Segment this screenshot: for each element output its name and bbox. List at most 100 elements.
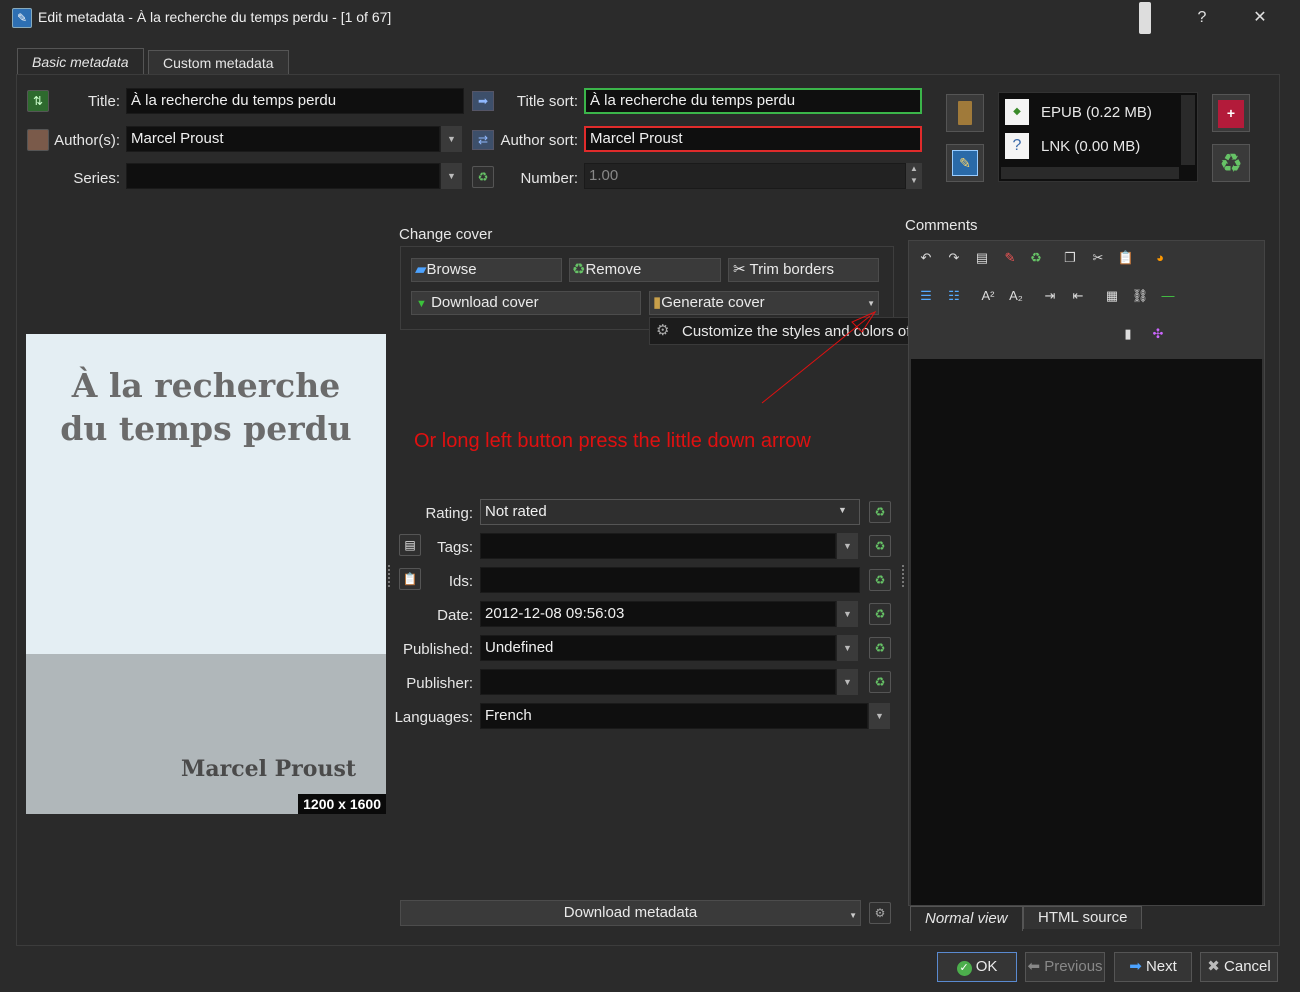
- published-field[interactable]: Undefined: [480, 635, 836, 661]
- manage-tags-icon[interactable]: ▤: [399, 534, 421, 556]
- insert-link-icon[interactable]: ⛓: [1131, 287, 1149, 305]
- date-field[interactable]: 2012-12-08 09:56:03: [480, 601, 836, 627]
- tags-field[interactable]: [480, 533, 836, 559]
- redo-icon[interactable]: ↷: [945, 249, 963, 267]
- window-grip-icon[interactable]: [1139, 2, 1151, 34]
- add-book-icon: +: [1218, 100, 1244, 128]
- clear-date-icon[interactable]: ♻: [869, 603, 891, 625]
- epub-icon: ◆: [1005, 99, 1029, 125]
- ids-field[interactable]: [480, 567, 860, 593]
- download-cover-button[interactable]: ▼ Download cover: [411, 291, 641, 315]
- copy-icon[interactable]: ❐: [1061, 249, 1079, 267]
- close-button[interactable]: ✕: [1240, 3, 1280, 33]
- horizontal-rule-icon[interactable]: —: [1159, 287, 1177, 305]
- add-format-button[interactable]: +: [1212, 94, 1250, 132]
- author-sort-field[interactable]: Marcel Proust: [584, 126, 922, 152]
- ids-label: Ids:: [448, 573, 473, 590]
- annotation-text: Or long left button press the little dow…: [414, 430, 811, 452]
- series-dropdown-icon[interactable]: ▼: [440, 163, 462, 189]
- comments-text-area[interactable]: [911, 359, 1262, 905]
- formats-horizontal-scrollbar[interactable]: [1001, 167, 1179, 179]
- clear-publisher-icon[interactable]: ♻: [869, 671, 891, 693]
- authors-field[interactable]: Marcel Proust: [126, 126, 440, 152]
- series-field[interactable]: [126, 163, 440, 189]
- help-button[interactable]: ?: [1182, 3, 1222, 33]
- recycle-icon: ♻: [572, 261, 586, 278]
- indent-icon[interactable]: ⇥: [1041, 287, 1059, 305]
- set-cover-from-format-button[interactable]: [946, 94, 984, 132]
- title-label: Title:: [88, 93, 120, 110]
- date-label: Date:: [437, 607, 473, 624]
- formats-list[interactable]: ◆ EPUB (0.22 MB) ? LNK (0.00 MB): [998, 92, 1198, 182]
- clear-icon[interactable]: ♻: [1027, 249, 1045, 267]
- left-splitter-handle[interactable]: [388, 565, 393, 587]
- subscript-icon[interactable]: A₂: [1007, 287, 1025, 305]
- annotation-arrow: [761, 310, 877, 404]
- tab-custom-metadata[interactable]: Custom metadata: [148, 50, 289, 75]
- languages-field[interactable]: French: [480, 703, 868, 729]
- right-splitter-handle[interactable]: [902, 565, 907, 587]
- authors-dropdown-icon[interactable]: ▼: [440, 126, 462, 152]
- previous-button[interactable]: ⬅ Previous: [1025, 952, 1105, 982]
- date-dropdown-icon[interactable]: ▼: [836, 601, 858, 627]
- superscript-icon[interactable]: A²: [979, 287, 997, 305]
- published-dropdown-icon[interactable]: ▼: [836, 635, 858, 661]
- tags-dropdown-icon[interactable]: ▼: [836, 533, 858, 559]
- swap-title-author-icon[interactable]: ⇅: [27, 90, 49, 112]
- tab-normal-view[interactable]: Normal view: [910, 906, 1023, 931]
- trim-borders-button[interactable]: ✂ Trim borders: [728, 258, 879, 282]
- publisher-field[interactable]: [480, 669, 836, 695]
- ordered-list-icon[interactable]: ☰: [917, 287, 935, 305]
- series-number-field[interactable]: 1.00: [584, 163, 906, 189]
- clear-format-icon[interactable]: ✎: [1001, 249, 1019, 267]
- insert-table-icon[interactable]: ▦: [1103, 287, 1121, 305]
- paste-icon[interactable]: 📋: [1117, 249, 1135, 267]
- copy-title-to-sort-icon[interactable]: ➡: [472, 91, 494, 111]
- cover-preview[interactable]: À la recherche du temps perdu Marcel Pro…: [26, 334, 386, 814]
- color-palette-icon[interactable]: ◕: [1151, 249, 1169, 267]
- clear-tags-icon[interactable]: ♻: [869, 535, 891, 557]
- download-metadata-button[interactable]: Download metadata ▼: [400, 900, 861, 926]
- publisher-dropdown-icon[interactable]: ▼: [836, 669, 858, 695]
- outdent-icon[interactable]: ⇤: [1069, 287, 1087, 305]
- paste-ids-icon[interactable]: 📋: [399, 568, 421, 590]
- configure-metadata-download-icon[interactable]: ⚙: [869, 902, 891, 924]
- format-item-epub[interactable]: ◆ EPUB (0.22 MB): [1005, 97, 1175, 127]
- clear-rating-icon[interactable]: ♻: [869, 501, 891, 523]
- title-field[interactable]: À la recherche du temps perdu: [126, 88, 464, 114]
- next-button[interactable]: ➡ Next: [1114, 952, 1192, 982]
- browse-cover-button[interactable]: ▰Browse: [411, 258, 562, 282]
- edit-icon: ✎: [12, 8, 32, 28]
- remove-format-button[interactable]: ♻: [1212, 144, 1250, 182]
- rating-dropdown-icon[interactable]: ▼: [838, 505, 847, 515]
- text-color-icon[interactable]: ✣: [1149, 325, 1167, 343]
- format-item-lnk[interactable]: ? LNK (0.00 MB): [1005, 131, 1175, 161]
- series-label: Series:: [73, 170, 120, 187]
- tab-basic-metadata[interactable]: Basic metadata: [17, 48, 144, 75]
- unordered-list-icon[interactable]: ☷: [945, 287, 963, 305]
- undo-icon[interactable]: ↶: [917, 249, 935, 267]
- previous-arrow-icon: ⬅: [1027, 958, 1041, 975]
- select-all-icon[interactable]: ▤: [973, 249, 991, 267]
- format-label: EPUB (0.22 MB): [1041, 104, 1152, 121]
- cancel-button[interactable]: ✖ Cancel: [1200, 952, 1278, 982]
- ok-check-icon: ✓: [956, 961, 972, 976]
- code-block-icon[interactable]: ▮: [1119, 325, 1137, 343]
- next-arrow-icon: ➡: [1129, 958, 1142, 975]
- formats-vertical-scrollbar[interactable]: [1181, 95, 1195, 165]
- clear-published-icon[interactable]: ♻: [869, 637, 891, 659]
- format-label: LNK (0.00 MB): [1041, 138, 1141, 155]
- download-metadata-dropdown-icon[interactable]: ▼: [849, 904, 857, 928]
- title-sort-label: Title sort:: [516, 93, 578, 110]
- title-sort-field[interactable]: À la recherche du temps perdu: [584, 88, 922, 114]
- edit-metadata-from-format-button[interactable]: ✎: [946, 144, 984, 182]
- cut-icon[interactable]: ✂: [1089, 249, 1107, 267]
- clear-series-icon[interactable]: ♻: [472, 166, 494, 188]
- remove-cover-button[interactable]: ♻Remove: [569, 258, 721, 282]
- rating-field[interactable]: Not rated: [480, 499, 860, 525]
- tab-html-source[interactable]: HTML source: [1023, 906, 1143, 929]
- clear-ids-icon[interactable]: ♻: [869, 569, 891, 591]
- languages-dropdown-icon[interactable]: ▼: [868, 703, 890, 729]
- ok-button[interactable]: ✓ OK: [937, 952, 1017, 982]
- number-spin-icon[interactable]: ▲ ▼: [906, 163, 922, 189]
